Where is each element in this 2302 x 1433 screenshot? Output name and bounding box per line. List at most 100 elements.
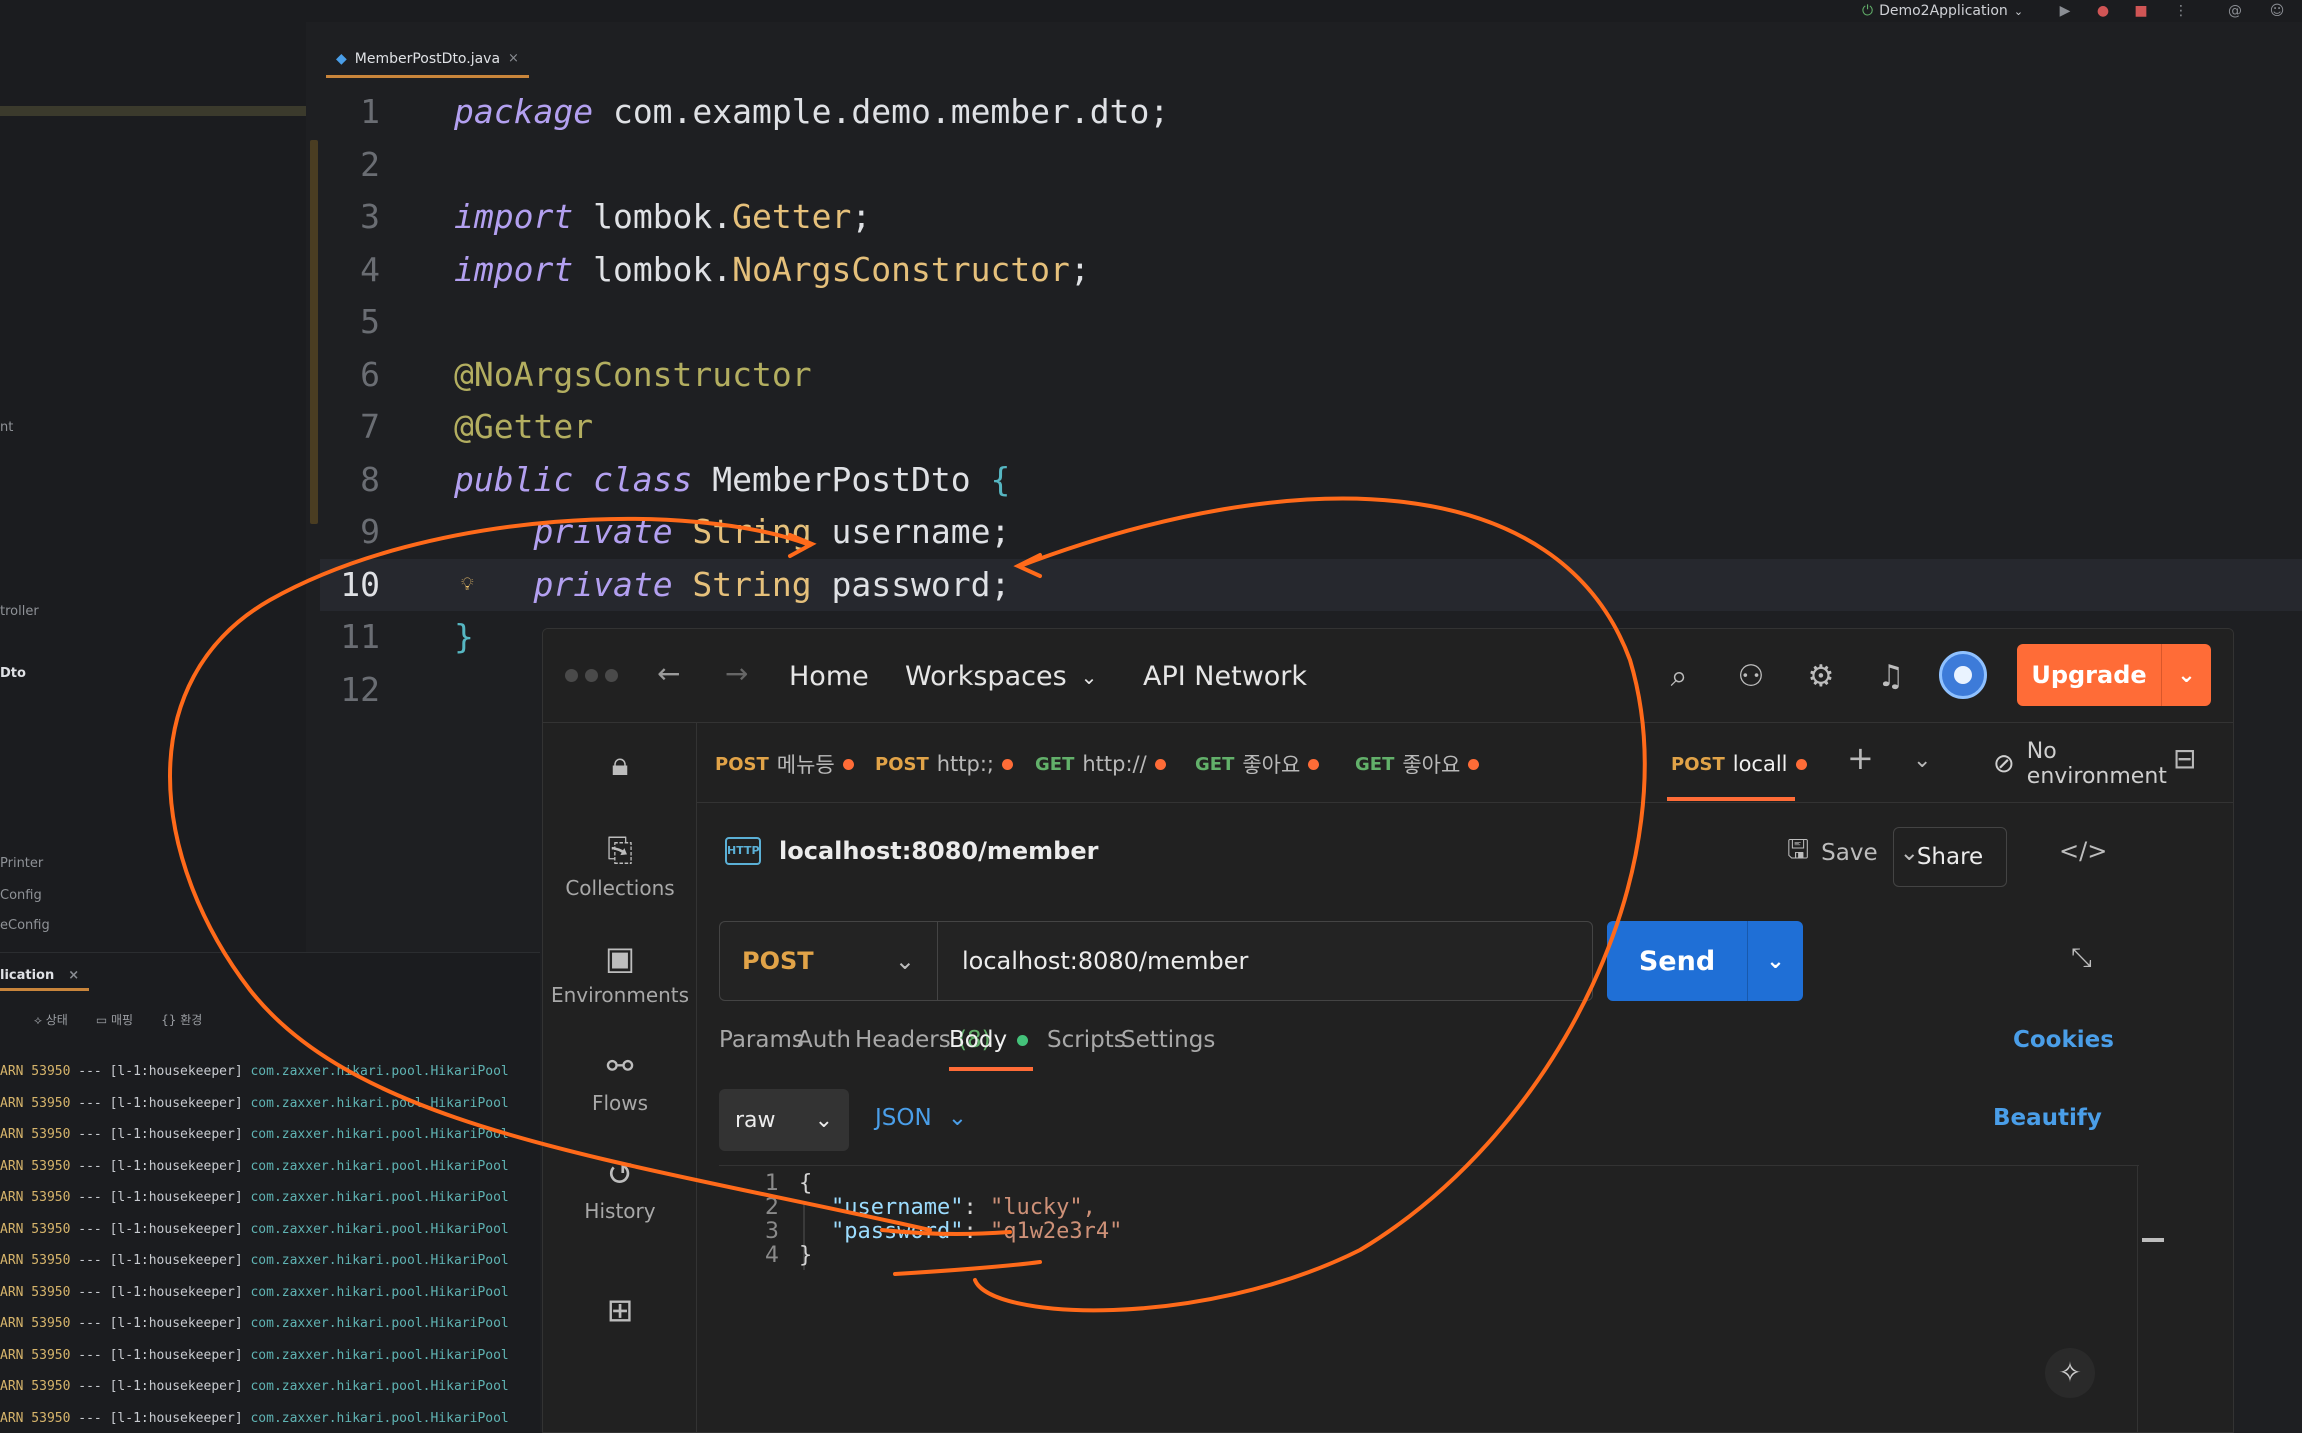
account-icon[interactable]: ☺ — [2268, 2, 2286, 20]
active-tab-indicator — [949, 1067, 1033, 1071]
close-icon[interactable]: × — [508, 51, 519, 66]
code-text: @Getter — [454, 407, 594, 446]
sidebar-item-collections[interactable]: ⎘ Collections — [543, 831, 697, 900]
gear-icon[interactable]: ⚙ — [1803, 659, 1839, 695]
run-tab[interactable]: lication × — [0, 963, 90, 991]
run-toolbar-item[interactable]: ⟡ 상태 — [34, 1011, 68, 1033]
chevron-down-icon[interactable]: ⌄ — [1747, 921, 1803, 1001]
nav-api-network[interactable]: API Network — [1143, 661, 1307, 692]
request-tab[interactable]: GET 좋아요 — [1355, 749, 1480, 779]
environments-icon: ▣ — [604, 939, 636, 977]
request-tab[interactable]: POST http:; — [875, 749, 1014, 779]
expand-panel-icon[interactable]: ⤡ — [2071, 943, 2092, 974]
console-line: ARN 53950 --- [l-1:housekeeper] com.zaxx… — [0, 1379, 509, 1394]
environment-quick-look-icon[interactable]: ⊟ — [2173, 742, 2196, 775]
invite-user-icon[interactable]: ⚇ — [1733, 659, 1769, 695]
lock-icon[interactable]: 🔒︎ — [543, 745, 697, 790]
ide-title-bar: ⏻ Demo2Application ⌄ ▶ ● ■ ⋮ @ ☺ — [0, 0, 2302, 22]
request-name[interactable]: localhost:8080/member — [779, 837, 1098, 865]
tab-auth[interactable]: Auth — [797, 1027, 851, 1053]
new-tab-plus-icon[interactable]: + — [1847, 739, 1874, 777]
code-line[interactable]: 9 private String username; — [320, 506, 2302, 558]
beautify-button[interactable]: Beautify — [1993, 1105, 2102, 1131]
chevron-down-icon[interactable]: ⌄ — [2161, 644, 2211, 706]
configure-sidebar-icon[interactable]: ⊞ — [543, 1291, 697, 1335]
scrollbar-thumb[interactable] — [2142, 1238, 2164, 1242]
close-icon[interactable]: × — [68, 968, 79, 983]
body-editor[interactable]: 1{ 2 "username": "lucky", 3 "password": "q… — [719, 1165, 2164, 1432]
code-line[interactable]: 8 public class MemberPostDto { — [320, 454, 2302, 506]
console-line: ARN 53950 --- [l-1:housekeeper] com.zaxx… — [0, 1347, 509, 1363]
environment-label: No environment — [2026, 739, 2167, 789]
debug-icon[interactable]: ● — [2094, 2, 2112, 20]
code-line[interactable]: 10 💡︎ private String password; — [320, 558, 2302, 611]
bell-icon[interactable]: ♫ — [1873, 659, 1909, 695]
forward-arrow-icon[interactable]: → — [725, 657, 748, 690]
send-button[interactable]: Send ⌄ — [1607, 921, 1803, 1001]
code-line[interactable]: 7 @Getter — [320, 401, 2302, 453]
http-method-label: POST — [742, 947, 814, 975]
run-icon[interactable]: ▶ — [2056, 2, 2074, 20]
code-text: private String password; — [533, 564, 1011, 604]
run-toolbar: ⟡ 상태 ▭ 매핑 {} 환경 — [0, 1011, 202, 1033]
send-label: Send — [1638, 945, 1716, 977]
share-button[interactable]: Share — [1893, 827, 2007, 887]
code-line[interactable]: 5 — [320, 296, 2302, 348]
run-toolbar-item[interactable]: ▭ 매핑 — [96, 1011, 133, 1033]
tree-item[interactable]: troller — [0, 604, 39, 619]
code-snippet-icon[interactable]: </> — [2059, 837, 2107, 865]
tree-item[interactable]: Printer — [0, 856, 43, 871]
active-tab-indicator — [1667, 797, 1795, 801]
code-line[interactable]: 1 package com.example.demo.member.dto; — [320, 86, 2302, 138]
console-line: ARN 53950 --- [l-1:housekeeper] com.zaxx… — [0, 1284, 509, 1300]
code-line[interactable]: 4 import lombok.NoArgsConstructor; — [320, 244, 2302, 296]
code-text: public class MemberPostDto { — [454, 459, 1011, 499]
scrollbar[interactable] — [2137, 1166, 2164, 1432]
avatar[interactable] — [1939, 651, 1987, 699]
window-control[interactable] — [565, 669, 578, 682]
body-language-select[interactable]: JSON ⌄ — [875, 1105, 967, 1131]
upgrade-button[interactable]: Upgrade ⌄ — [2017, 644, 2211, 706]
code-editor[interactable]: 1 package com.example.demo.member.dto; 2 3 i… — [320, 84, 2302, 709]
stop-icon[interactable]: ■ — [2132, 2, 2150, 20]
search-icon[interactable]: ⌕ — [1661, 659, 1697, 695]
ai-assistant-icon[interactable]: @ — [2226, 2, 2244, 20]
flows-icon: ⚯ — [606, 1047, 634, 1085]
sidebar-item-history[interactable]: ↺ History — [543, 1155, 697, 1223]
tab-settings[interactable]: Settings — [1121, 1027, 1215, 1053]
code-line[interactable]: 3 import lombok.Getter; — [320, 191, 2302, 243]
more-icon[interactable]: ⋮ — [2172, 2, 2190, 20]
window-control[interactable] — [605, 669, 618, 682]
tree-item[interactable]: Config — [0, 888, 42, 903]
body-mode-select[interactable]: raw ⌄ — [719, 1089, 849, 1151]
url-input[interactable] — [937, 921, 1593, 1001]
code-line[interactable]: 2 — [320, 139, 2302, 191]
sidebar-item-flows[interactable]: ⚯ Flows — [543, 1047, 697, 1115]
tree-item[interactable]: eConfig — [0, 918, 50, 933]
http-icon: HTTP — [725, 837, 761, 865]
sidebar-item-environments[interactable]: ▣ Environments — [543, 939, 697, 1007]
run-toolbar-item[interactable]: {} 환경 — [161, 1011, 202, 1033]
request-tab[interactable]: GET 좋아요 — [1195, 749, 1320, 779]
nav-home[interactable]: Home — [789, 661, 869, 692]
request-tab[interactable]: POST 메뉴등 — [715, 749, 854, 779]
tree-item-selected[interactable]: Dto — [0, 666, 26, 681]
editor-tab-memberpostdto[interactable]: ◆ MemberPostDto.java × — [326, 42, 529, 78]
http-method-select[interactable]: POST ⌄ — [719, 921, 937, 1001]
code-line[interactable]: 6 @NoArgsConstructor — [320, 349, 2302, 401]
tree-item[interactable]: nt — [0, 420, 13, 435]
window-control[interactable] — [585, 669, 598, 682]
tab-scripts[interactable]: Scripts — [1047, 1027, 1126, 1053]
chevron-down-icon[interactable]: ⌄ — [1913, 745, 1931, 775]
cookies-link[interactable]: Cookies — [2013, 1027, 2114, 1053]
environment-selector[interactable]: ⊘ No environment ⌄ — [1993, 739, 2233, 789]
body-mode-label: raw — [735, 1107, 776, 1133]
run-config-selector[interactable]: ⏻ Demo2Application ⌄ — [1862, 2, 2023, 20]
ai-assist-icon[interactable]: ✧ — [2045, 1348, 2095, 1398]
tab-body[interactable]: Body — [949, 1027, 1029, 1053]
request-tab[interactable]: GET http:// — [1035, 749, 1166, 779]
back-arrow-icon[interactable]: ← — [657, 657, 680, 690]
request-tab-active[interactable]: POST locall — [1671, 749, 1807, 779]
nav-workspaces[interactable]: Workspaces ⌄ — [905, 661, 1097, 692]
tab-params[interactable]: Params — [719, 1027, 804, 1053]
